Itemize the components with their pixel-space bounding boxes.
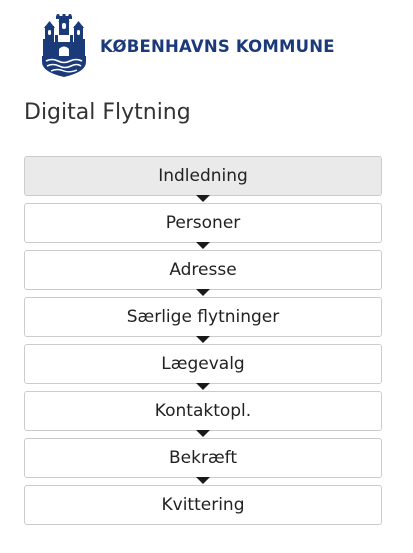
kobenhavns-kommune-logo[interactable]: KØBENHAVNS KOMMUNE bbox=[40, 14, 340, 78]
step-label: Personer bbox=[165, 213, 241, 233]
step-arrow-down-icon bbox=[196, 430, 210, 437]
step-label: Lægevalg bbox=[161, 354, 245, 374]
step-adresse[interactable]: Adresse bbox=[24, 250, 382, 296]
step-arrow-down-icon bbox=[196, 383, 210, 390]
step-label: Indledning bbox=[158, 166, 248, 186]
step-kontaktopl[interactable]: Kontaktopl. bbox=[24, 391, 382, 437]
page: KØBENHAVNS KOMMUNE Digital Flytning Indl… bbox=[0, 0, 413, 553]
brand-name: KØBENHAVNS KOMMUNE bbox=[100, 36, 335, 56]
step-indledning[interactable]: Indledning bbox=[24, 156, 382, 202]
page-title: Digital Flytning bbox=[24, 100, 191, 125]
step-arrow-down-icon bbox=[196, 289, 210, 296]
step-laegevalg[interactable]: Lægevalg bbox=[24, 344, 382, 390]
step-label: Særlige flytninger bbox=[126, 307, 280, 327]
step-personer[interactable]: Personer bbox=[24, 203, 382, 249]
step-arrow-down-icon bbox=[196, 242, 210, 249]
step-arrow-down-icon bbox=[196, 336, 210, 343]
step-label: Kvittering bbox=[161, 495, 245, 515]
step-kvittering[interactable]: Kvittering bbox=[24, 485, 382, 525]
step-arrow-down-icon bbox=[196, 195, 210, 202]
step-navigation: Indledning Personer Adresse Særlige flyt… bbox=[24, 156, 382, 525]
step-arrow-down-icon bbox=[196, 477, 210, 484]
copenhagen-coat-of-arms-icon bbox=[42, 14, 86, 77]
step-saerlige-flytninger[interactable]: Særlige flytninger bbox=[24, 297, 382, 343]
step-label: Adresse bbox=[169, 260, 237, 280]
step-bekraeft[interactable]: Bekræft bbox=[24, 438, 382, 484]
step-label: Kontaktopl. bbox=[154, 401, 252, 421]
step-label: Bekræft bbox=[169, 448, 237, 468]
